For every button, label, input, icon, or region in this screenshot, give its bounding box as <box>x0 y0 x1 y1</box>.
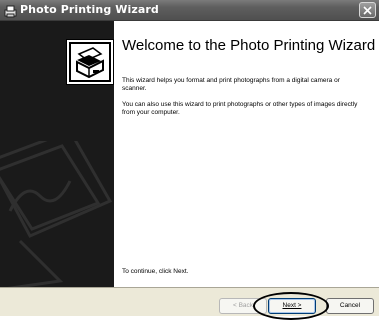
wizard-sidebar <box>0 21 114 287</box>
title-bar[interactable]: Photo Printing Wizard <box>0 0 379 21</box>
button-bar: < Back Next > Cancel <box>0 287 379 316</box>
photo-watermark-icon <box>0 141 113 287</box>
cancel-button[interactable]: Cancel <box>326 298 374 314</box>
printer-photo-icon <box>4 3 17 18</box>
intro-text: This wizard helps you format and print p… <box>122 77 340 92</box>
window-title: Photo Printing Wizard <box>20 3 159 16</box>
wizard-content: Welcome to the Photo Printing Wizard Thi… <box>114 21 379 287</box>
secondary-text: You can also use this wizard to print ph… <box>122 101 358 116</box>
next-button[interactable]: Next > <box>268 298 316 314</box>
next-button-label: Next > <box>282 302 302 309</box>
close-icon <box>363 6 372 15</box>
page-title: Welcome to the Photo Printing Wizard <box>122 37 376 54</box>
photo-printer-icon <box>66 39 114 85</box>
continue-text: To continue, click Next. <box>122 268 189 275</box>
close-button[interactable] <box>359 2 376 18</box>
back-button[interactable]: < Back <box>219 298 267 314</box>
